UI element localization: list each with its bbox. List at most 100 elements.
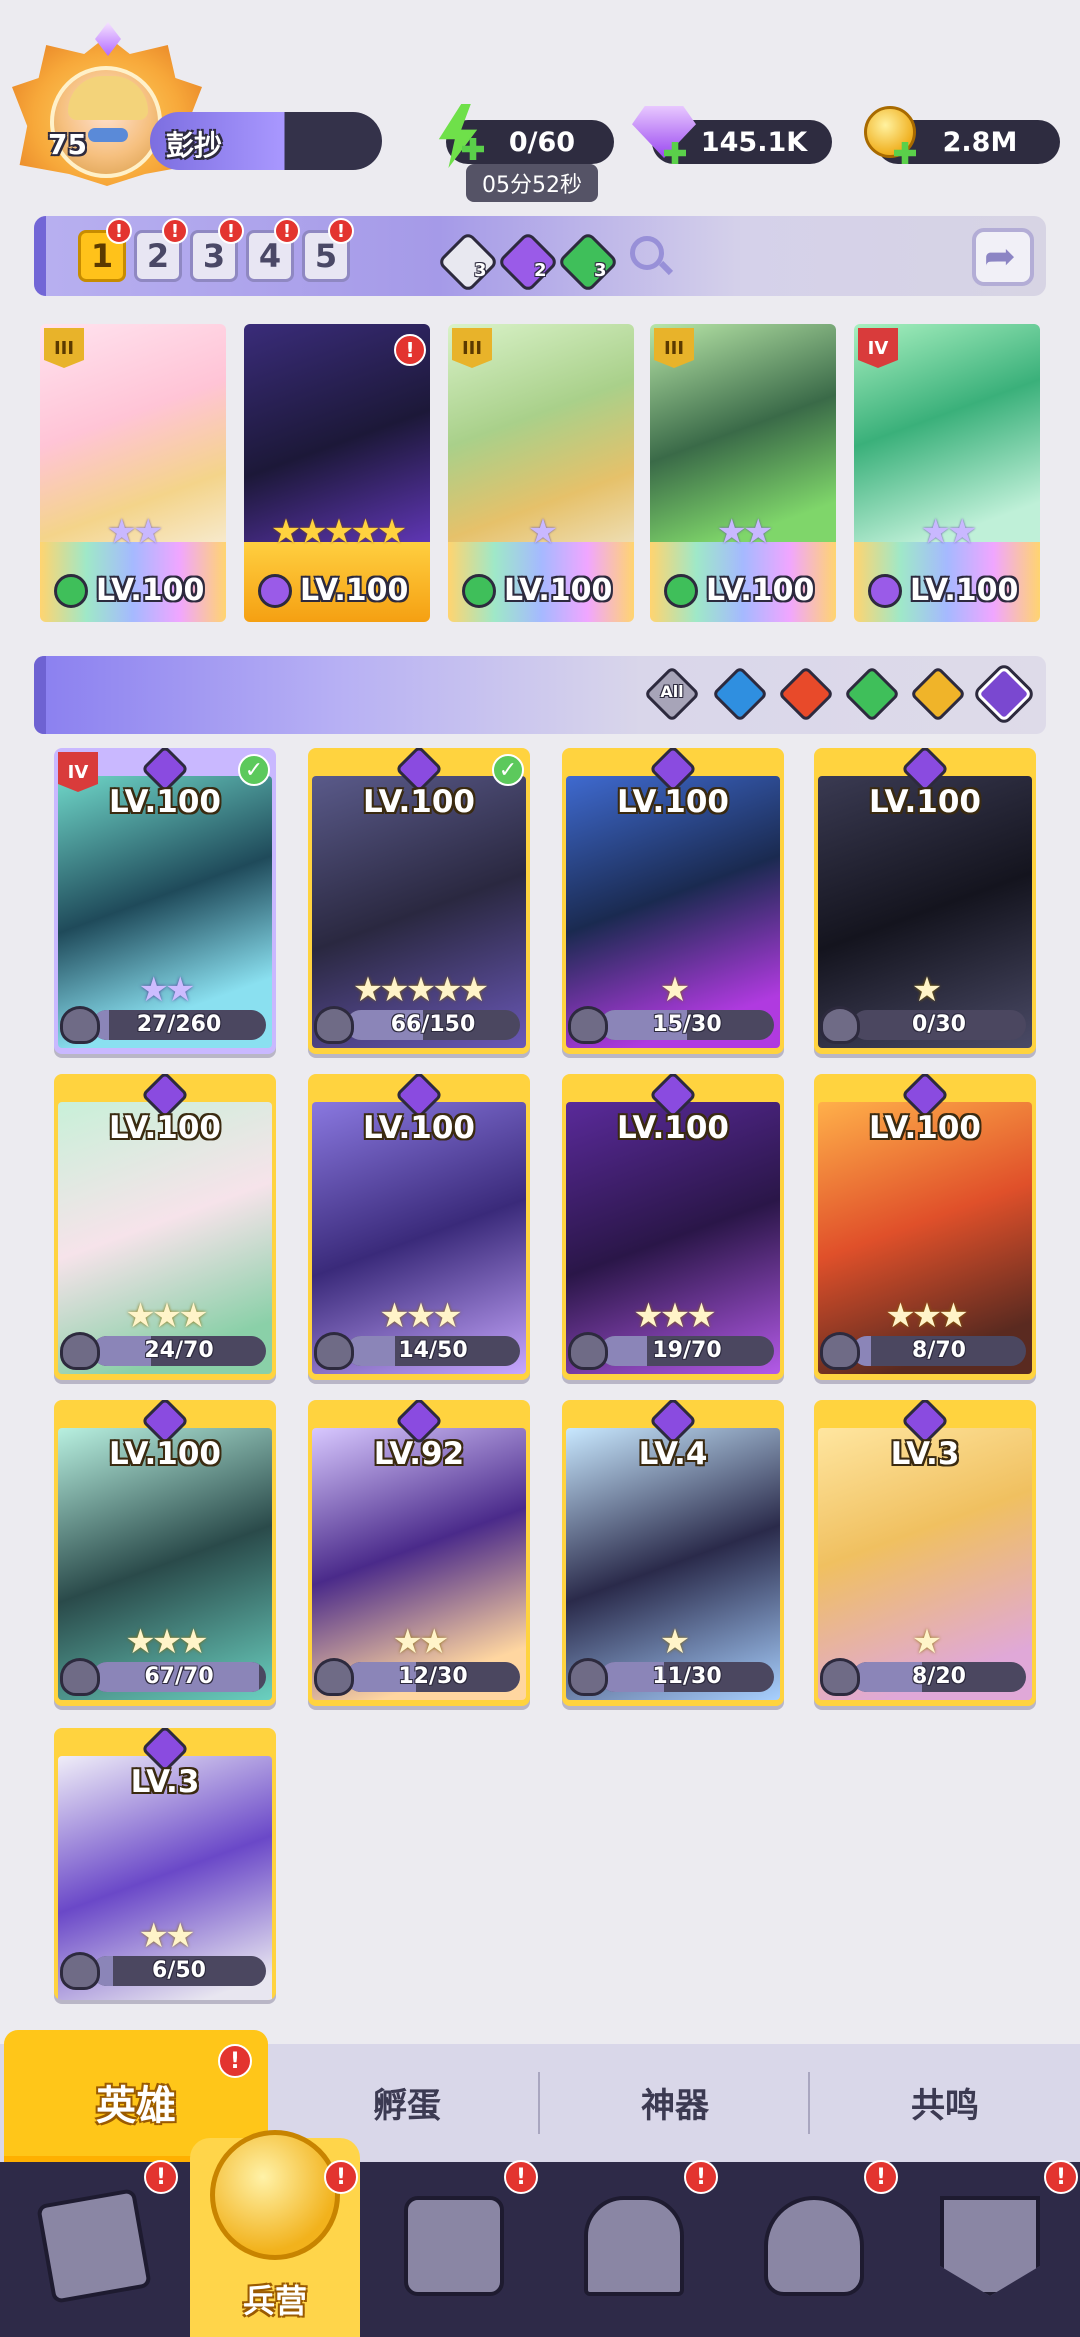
nav-adventure-alert-icon: ! (504, 2160, 538, 2194)
team-hero-card[interactable]: ★★ LV.100 IV (854, 324, 1040, 622)
tab-hatch[interactable]: 孵蛋 (272, 2060, 542, 2144)
slot-2-alert-icon: ! (162, 218, 188, 244)
fire-element-icon (777, 665, 835, 723)
team-slot-label: 4 (258, 237, 282, 275)
hero-stars: ★★ (716, 512, 774, 552)
avatar-portrait (50, 66, 162, 178)
hero-card[interactable]: LV.100 ★ 15/30 (562, 748, 784, 1054)
hero-card[interactable]: LV.100 ★★★ 24/70 (54, 1074, 276, 1380)
dark-element-icon (258, 574, 292, 608)
team-slot-label: 3 (202, 237, 226, 275)
search-icon[interactable] (630, 236, 664, 270)
team-hero-card[interactable]: ★★ LV.100 III (40, 324, 226, 622)
tier-badge: III (44, 328, 84, 368)
dark-element-icon (868, 574, 902, 608)
team-hero-card[interactable]: ★ LV.100 III (448, 324, 634, 622)
shard-progress-text: 14/50 (398, 1338, 468, 1363)
hero-card[interactable]: LV.100 ★★★★★ 66/150 ✓ (308, 748, 530, 1054)
tab-heroes-alert-icon: ! (218, 2044, 252, 2078)
hero-card[interactable]: LV.100 ★★★ 14/50 (308, 1074, 530, 1380)
shard-progress-text: 66/150 (390, 1012, 476, 1037)
nature-element-icon (462, 574, 496, 608)
hero-shard-icon (820, 1006, 860, 1044)
shard-progress-bar: 19/70 (600, 1336, 774, 1366)
hero-level: LV.100 (109, 1110, 221, 1146)
nav-barracks-alert-icon: ! (324, 2160, 358, 2194)
hero-level: LV.92 (373, 1436, 465, 1472)
hero-stars: ★★ (138, 970, 196, 1010)
nav-castle[interactable] (548, 2170, 718, 2330)
hero-card[interactable]: LV.100 ★★★ 19/70 (562, 1074, 784, 1380)
nav-castle-alert-icon: ! (684, 2160, 718, 2194)
filter-fire-element-icon[interactable] (777, 665, 835, 723)
hero-card[interactable]: LV.100 ★★★ 67/70 (54, 1400, 276, 1706)
hero-level: LV.100 (869, 1110, 981, 1146)
filter-water-element-icon[interactable] (711, 665, 769, 723)
shard-progress-bar: 24/70 (92, 1336, 266, 1366)
hero-level: LV.100 (300, 573, 409, 608)
element-token-count: 3 (594, 260, 607, 281)
slot-5-alert-icon: ! (328, 218, 354, 244)
tab-artifact[interactable]: 神器 (540, 2060, 810, 2144)
hero-level: LV.100 (706, 573, 815, 608)
team-hero-card[interactable]: ★★ LV.100 III (650, 324, 836, 622)
nav-shield[interactable] (904, 2170, 1074, 2330)
shard-progress-bar: 8/20 (852, 1662, 1026, 1692)
hero-level: LV.100 (109, 1436, 221, 1472)
nav-cards[interactable] (8, 2170, 178, 2330)
hero-stars: ★★★ (125, 1622, 208, 1662)
shard-progress-bar: 15/30 (600, 1010, 774, 1040)
hero-card[interactable]: LV.4 ★ 11/30 (562, 1400, 784, 1706)
player-level: 75 (48, 128, 87, 161)
hero-card[interactable]: LV.92 ★★ 12/30 (308, 1400, 530, 1706)
shard-progress-text: 24/70 (144, 1338, 214, 1363)
in-team-check-icon: ✓ (238, 754, 270, 786)
hero-level: LV.100 (96, 573, 205, 608)
filter-label: All (660, 682, 684, 701)
nav-guild[interactable] (728, 2170, 898, 2330)
gold-value: 2.8M (942, 126, 1018, 158)
nav-barracks-label[interactable]: 兵营 (190, 2276, 360, 2322)
energy-value: 0/60 (508, 126, 576, 158)
barracks-fist-icon[interactable] (210, 2130, 340, 2260)
share-button[interactable] (972, 228, 1034, 286)
hero-card[interactable]: LV.3 ★★ 6/50 (54, 1728, 276, 2000)
hero-card[interactable]: LV.100 ★ 0/30 (814, 748, 1036, 1054)
filter-all-filter-icon[interactable]: All (643, 665, 701, 723)
nav-cards-alert-icon: ! (144, 2160, 178, 2194)
hero-stars: ★★★ (633, 1296, 716, 1336)
hero-stars: ★★★ (885, 1296, 968, 1336)
hero-shard-icon (568, 1332, 608, 1370)
shard-progress-bar: 14/50 (346, 1336, 520, 1366)
cards-icon (36, 2188, 152, 2304)
slot-4-alert-icon: ! (274, 218, 300, 244)
filter-nature-element-icon[interactable] (843, 665, 901, 723)
shard-progress-text: 67/70 (144, 1664, 214, 1689)
hero-stars: ★★★★★ (270, 512, 407, 552)
shard-progress-text: 0/30 (912, 1012, 966, 1037)
shard-progress-text: 12/30 (398, 1664, 468, 1689)
hero-shard-icon (60, 1006, 100, 1044)
filter-dark-element-icon[interactable] (975, 665, 1033, 723)
shard-progress-bar: 12/30 (346, 1662, 520, 1692)
nav-guild-alert-icon: ! (864, 2160, 898, 2194)
filter-light-element-icon[interactable] (909, 665, 967, 723)
slot-3-alert-icon: ! (218, 218, 244, 244)
team-hero-card[interactable]: ★★★★★ LV.100 (244, 324, 430, 622)
hero-shard-icon (60, 1332, 100, 1370)
hero-level: LV.100 (617, 784, 729, 820)
tab-resonance[interactable]: 共鸣 (810, 2060, 1080, 2144)
hero-stars: ★★ (392, 1622, 450, 1662)
hero-level: LV.100 (109, 784, 221, 820)
hero-level: LV.3 (130, 1764, 200, 1800)
hero-stars: ★★ (920, 512, 978, 552)
hero-stars: ★ (659, 1622, 690, 1662)
shard-progress-text: 27/260 (136, 1012, 222, 1037)
hero-level: LV.100 (869, 784, 981, 820)
nav-adventure[interactable] (368, 2170, 538, 2330)
shard-progress-text: 8/70 (912, 1338, 966, 1363)
hero-card[interactable]: LV.100 ★★★ 8/70 (814, 1074, 1036, 1380)
hero-card[interactable]: LV.3 ★ 8/20 (814, 1400, 1036, 1706)
element-token-count: 2 (534, 260, 547, 281)
hero-card[interactable]: LV.100 ★★ 27/260 IV ✓ (54, 748, 276, 1054)
